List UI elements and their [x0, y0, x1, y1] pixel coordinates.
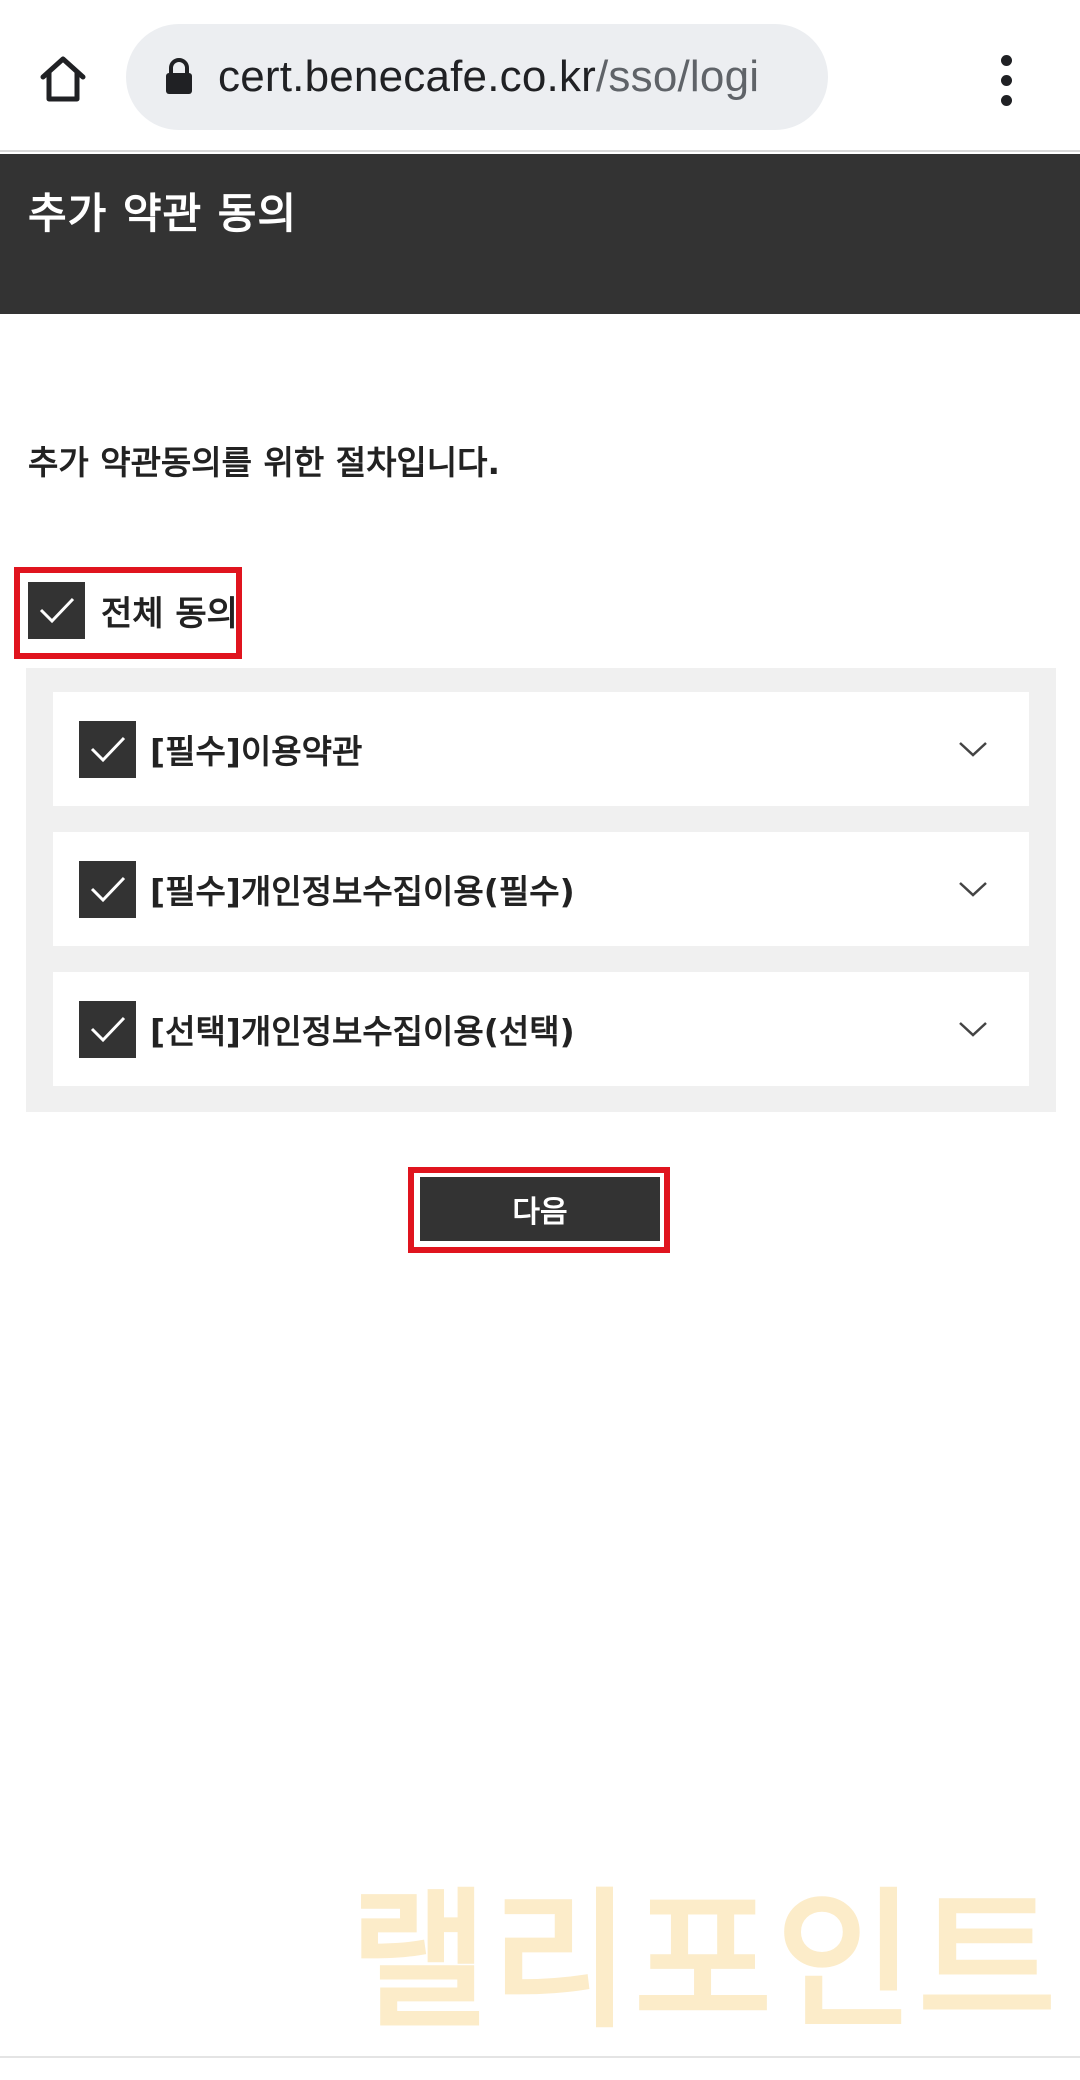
- agree-all-checkbox[interactable]: 전체 동의: [28, 581, 238, 639]
- checkbox-checked[interactable]: [79, 1000, 136, 1058]
- term-label: [선택]개인정보수집이용(선택): [150, 1012, 575, 1051]
- check-icon: [90, 876, 125, 903]
- check-icon: [90, 736, 125, 763]
- terms-panel: [필수]이용약관 [필수]개인정보수집이용(필수) [선택]개인정보수집이용(선…: [26, 668, 1056, 1112]
- divider: [0, 2056, 1080, 2058]
- term-item-terms-of-use[interactable]: [필수]이용약관: [53, 692, 1029, 806]
- url-text: cert.benecafe.co.kr/sso/logi: [218, 52, 808, 102]
- term-item-privacy-required[interactable]: [필수]개인정보수집이용(필수): [53, 832, 1029, 946]
- check-icon: [90, 1016, 125, 1043]
- home-button[interactable]: [30, 46, 96, 112]
- browser-toolbar: cert.benecafe.co.kr/sso/logi: [0, 0, 1080, 152]
- next-button[interactable]: 다음: [420, 1177, 660, 1241]
- checkbox-checked[interactable]: [28, 581, 85, 639]
- term-label: [필수]개인정보수집이용(필수): [150, 872, 575, 911]
- term-item-privacy-optional[interactable]: [선택]개인정보수집이용(선택): [53, 972, 1029, 1086]
- lock-icon: [162, 57, 196, 97]
- url-path: /sso/logi: [596, 52, 760, 101]
- checkbox-checked[interactable]: [79, 860, 136, 918]
- url-host: cert.benecafe.co.kr: [218, 52, 596, 101]
- more-vert-icon[interactable]: [976, 50, 1036, 110]
- check-icon: [39, 597, 74, 624]
- agree-all-label: 전체 동의: [101, 593, 238, 634]
- home-icon: [40, 56, 86, 102]
- page-title: 추가 약관 동의: [28, 189, 298, 238]
- intro-text: 추가 약관동의를 위한 절차입니다.: [28, 443, 501, 482]
- term-label: [필수]이용약관: [150, 732, 363, 771]
- address-bar[interactable]: cert.benecafe.co.kr/sso/logi: [126, 24, 828, 130]
- chevron-down-icon[interactable]: [953, 729, 993, 769]
- chevron-down-icon[interactable]: [953, 869, 993, 909]
- watermark-logo: 랠리포인트: [350, 1875, 1061, 2049]
- page-header: 추가 약관 동의: [0, 154, 1080, 314]
- chevron-down-icon[interactable]: [953, 1009, 993, 1049]
- checkbox-checked[interactable]: [79, 720, 136, 778]
